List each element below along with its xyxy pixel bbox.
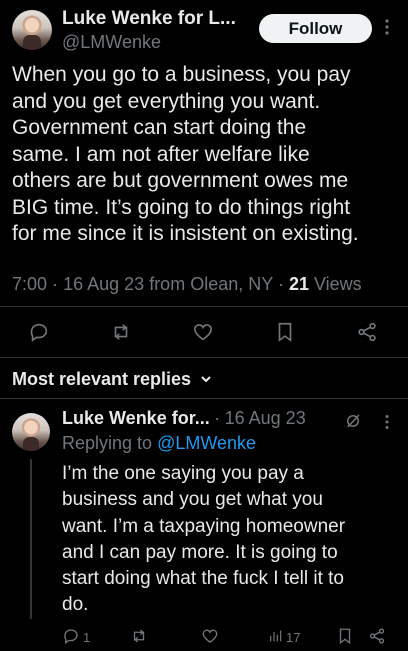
- retweet-icon[interactable]: [110, 321, 132, 348]
- replying-handle-link[interactable]: @LMWenke: [157, 433, 256, 453]
- views-count: 21: [288, 274, 309, 294]
- reply-avatar[interactable]: [12, 413, 50, 451]
- grok-icon[interactable]: [344, 412, 362, 435]
- chevron-down-icon: [200, 369, 212, 390]
- tweet-location: from Olean, NY: [149, 274, 273, 294]
- views-label: Views: [313, 274, 362, 294]
- tweet-meta: 7:00 · 16 Aug 23 from Olean, NY · 21 Vie…: [12, 274, 362, 295]
- views-icon[interactable]: [268, 628, 284, 649]
- tweet-date[interactable]: 16 Aug 23: [63, 274, 144, 294]
- replying-prefix: Replying to: [62, 433, 153, 453]
- comment-icon[interactable]: [62, 627, 80, 650]
- reply-author-name[interactable]: Luke Wenke for...: [62, 408, 210, 428]
- meta-separator: ·: [277, 274, 284, 294]
- replying-to: Replying to @LMWenke: [62, 433, 256, 454]
- retweet-icon[interactable]: [130, 627, 148, 650]
- reply-count: 1: [83, 630, 91, 645]
- follow-button[interactable]: Follow: [259, 14, 372, 43]
- divider: [0, 357, 408, 358]
- share-icon[interactable]: [368, 627, 386, 650]
- replies-sort-dropdown[interactable]: Most relevant replies: [12, 369, 212, 390]
- thread-line: [30, 459, 32, 619]
- reply-text: I’m the one saying you pay a business an…: [62, 463, 346, 616]
- more-icon[interactable]: [384, 18, 390, 40]
- tweet-time[interactable]: 7:00: [12, 274, 47, 294]
- reply-header: Luke Wenke for... · 16 Aug 23: [62, 408, 306, 429]
- share-icon[interactable]: [356, 321, 378, 348]
- tweet-actions: [0, 319, 408, 345]
- divider: [0, 398, 408, 399]
- bookmark-icon[interactable]: [336, 627, 354, 650]
- divider: [0, 306, 408, 307]
- tweet-text: When you go to a business, you pay and y…: [12, 63, 359, 245]
- reply-views-count: 17: [286, 630, 301, 645]
- bookmark-icon[interactable]: [274, 321, 296, 348]
- reply-separator: ·: [214, 408, 221, 428]
- reply-date[interactable]: 16 Aug 23: [225, 408, 306, 428]
- reply-actions: 1 17: [0, 626, 408, 648]
- heart-icon[interactable]: [201, 627, 219, 650]
- meta-separator: ·: [52, 274, 59, 294]
- more-icon[interactable]: [384, 414, 390, 435]
- author-name[interactable]: Luke Wenke for L...: [62, 8, 236, 30]
- comment-icon[interactable]: [28, 321, 50, 348]
- author-avatar[interactable]: [12, 10, 52, 50]
- heart-icon[interactable]: [192, 321, 214, 348]
- author-handle[interactable]: @LMWenke: [62, 32, 161, 53]
- replies-sort-label: Most relevant replies: [12, 369, 192, 389]
